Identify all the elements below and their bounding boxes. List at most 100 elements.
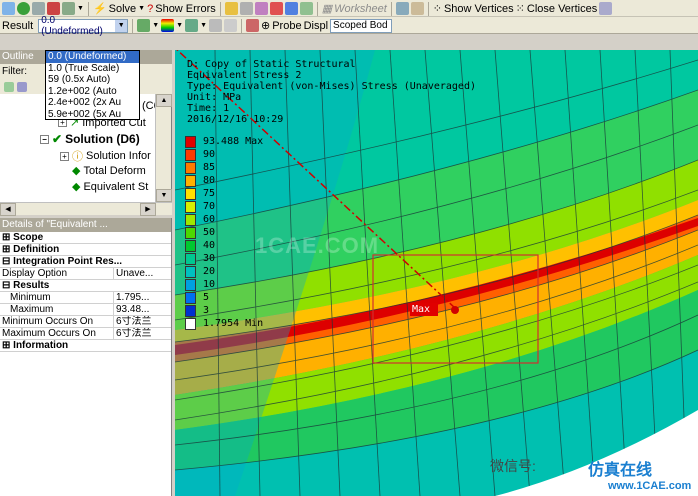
tree-item-solution[interactable]: − ✔ Solution (D6)	[40, 132, 140, 146]
solve-button[interactable]: ⚡ Solve ▼	[93, 2, 145, 16]
show-vertices-button[interactable]: ⁘ Show Vertices	[433, 2, 514, 16]
detail-row[interactable]: Minimum Occurs On 6寸法兰	[0, 316, 171, 328]
legend-swatch	[185, 292, 196, 304]
scroll-down-icon[interactable]: ▼	[156, 189, 172, 202]
section-scope[interactable]: ⊞ Scope	[0, 232, 171, 244]
display-label: Displ	[303, 19, 329, 32]
chevron-down-icon[interactable]: ▼	[115, 19, 128, 32]
legend-entry: 80	[185, 175, 305, 187]
pointer-icon[interactable]	[239, 2, 253, 15]
slice-icon[interactable]	[299, 2, 313, 15]
legend-label: 1.7954 Min	[203, 318, 264, 329]
legend-entry: 75	[185, 188, 305, 200]
dropdown-option[interactable]: 5.9e+002 (5x Au	[46, 109, 139, 121]
tag-icon[interactable]	[410, 2, 424, 15]
new-icon[interactable]	[2, 2, 15, 15]
detail-row[interactable]: Display Option Unave...	[0, 268, 171, 280]
details-panel: Details of "Equivalent ... ⊞ Scope ⊞ Def…	[0, 218, 172, 496]
dropdown-option[interactable]: 59 (0.5x Auto)	[46, 74, 139, 86]
chevron-down-icon[interactable]: ▼	[200, 22, 207, 29]
outline-vertical-scrollbar[interactable]: ▲ ▼	[155, 94, 172, 202]
legend-label: 90	[203, 149, 216, 160]
collapse-icon[interactable]: −	[40, 134, 49, 144]
worksheet-button[interactable]: ▦ Worksheet	[321, 2, 387, 16]
dropdown-option[interactable]: 0.0 (Undeformed)	[46, 51, 139, 63]
section-information[interactable]: ⊞ Information	[0, 340, 171, 352]
check-icon[interactable]	[17, 2, 30, 15]
chevron-down-icon[interactable]: ▼	[77, 5, 84, 12]
legend-icon[interactable]	[161, 19, 175, 32]
collapse-icon[interactable]	[17, 82, 27, 92]
expand-all-icon[interactable]	[4, 82, 14, 92]
display-scope-select[interactable]: Scoped Bod	[330, 18, 393, 33]
chart-icon[interactable]	[47, 2, 60, 15]
vector-icon[interactable]	[209, 19, 222, 32]
dropdown-option[interactable]: 1.2e+002 (Auto	[46, 86, 139, 98]
legend-label: 10	[203, 279, 216, 290]
contour-icon[interactable]	[137, 19, 151, 32]
legend-label: 3	[203, 305, 210, 316]
dropdown-option[interactable]: 2.4e+002 (2x Au	[46, 97, 139, 109]
chevron-down-icon[interactable]: ▼	[152, 22, 159, 29]
close-vertices-icon: ⁙	[515, 3, 525, 15]
min-icon[interactable]	[284, 2, 298, 15]
details-title: Details of "Equivalent ...	[0, 218, 171, 232]
image-icon[interactable]	[395, 2, 409, 15]
legend-swatch	[185, 266, 196, 278]
legend-swatch	[185, 162, 196, 174]
graph-icon[interactable]	[224, 2, 238, 15]
legend-label: 40	[203, 240, 216, 251]
max-min-icon[interactable]	[224, 19, 237, 32]
edges-icon[interactable]	[185, 19, 199, 32]
outline-horizontal-scrollbar[interactable]: ◀ ▶	[0, 202, 172, 216]
worksheet-icon: ▦	[321, 3, 333, 15]
sort-icon[interactable]	[62, 2, 75, 15]
tree-item-equivalent-stress[interactable]: ◆ Equivalent St	[72, 180, 148, 194]
legend-label: 80	[203, 175, 216, 186]
legend-entry: 90	[185, 149, 305, 161]
legend-label: 5	[203, 292, 210, 303]
detail-row[interactable]: Minimum 1.795...	[0, 292, 171, 304]
legend-entry: 1.7954 Min	[185, 318, 305, 330]
scroll-up-icon[interactable]: ▲	[156, 94, 172, 107]
probe-button[interactable]: ⊕ Probe	[261, 19, 302, 33]
detail-row[interactable]: Maximum Occurs On 6寸法兰	[0, 328, 171, 340]
legend-label: 93.488 Max	[203, 136, 264, 147]
max-tag-label: Max	[412, 304, 431, 315]
graphics-viewport[interactable]: D: Copy of Static Structural Equivalent …	[175, 50, 698, 496]
legend-entry: 85	[185, 162, 305, 174]
solution-icon: ✔	[52, 132, 63, 146]
brand-site: www.1CAE.com	[608, 480, 692, 492]
section-results[interactable]: ⊟ Results	[0, 280, 171, 292]
legend-swatch	[185, 305, 196, 317]
show-errors-button[interactable]: ? Show Errors	[147, 3, 216, 15]
wechat-label: 微信号:	[490, 458, 536, 474]
tree-item-solution-info[interactable]: + ⓘ Solution Infor	[60, 148, 151, 164]
max-icon[interactable]	[269, 2, 283, 15]
legend-label: 75	[203, 188, 216, 199]
wireframe-icon[interactable]	[599, 2, 613, 15]
legend-entry: 5	[185, 292, 305, 304]
legend-swatch	[185, 175, 196, 187]
detail-row[interactable]: Maximum 93.48...	[0, 304, 171, 316]
section-definition[interactable]: ⊞ Definition	[0, 244, 171, 256]
probe-icon[interactable]	[254, 2, 268, 15]
legend-entry: 93.488 Max	[185, 136, 305, 148]
tree-item-total-deformation[interactable]: ◆ Total Deform	[72, 164, 146, 178]
legend-swatch	[185, 201, 196, 213]
legend-label: 70	[203, 201, 216, 212]
legend-entry: 10	[185, 279, 305, 291]
scroll-right-icon[interactable]: ▶	[140, 203, 156, 216]
dropdown-option[interactable]: 1.0 (True Scale)	[46, 63, 139, 75]
result-scale-select[interactable]: 0.0 (Undeformed) ▼	[38, 15, 129, 37]
chevron-down-icon[interactable]: ▼	[176, 22, 183, 29]
scroll-left-icon[interactable]: ◀	[0, 203, 16, 216]
close-vertices-button[interactable]: ⁙ Close Vertices	[515, 2, 598, 16]
legend-label: 50	[203, 227, 216, 238]
tree-icon[interactable]	[32, 2, 45, 15]
watermark-text: 1CAE.COM	[255, 233, 380, 258]
section-integration[interactable]: ⊟ Integration Point Res...	[0, 256, 171, 268]
legend-label: 85	[203, 162, 216, 173]
label-icon[interactable]	[246, 19, 259, 32]
expand-icon[interactable]: +	[60, 151, 69, 161]
